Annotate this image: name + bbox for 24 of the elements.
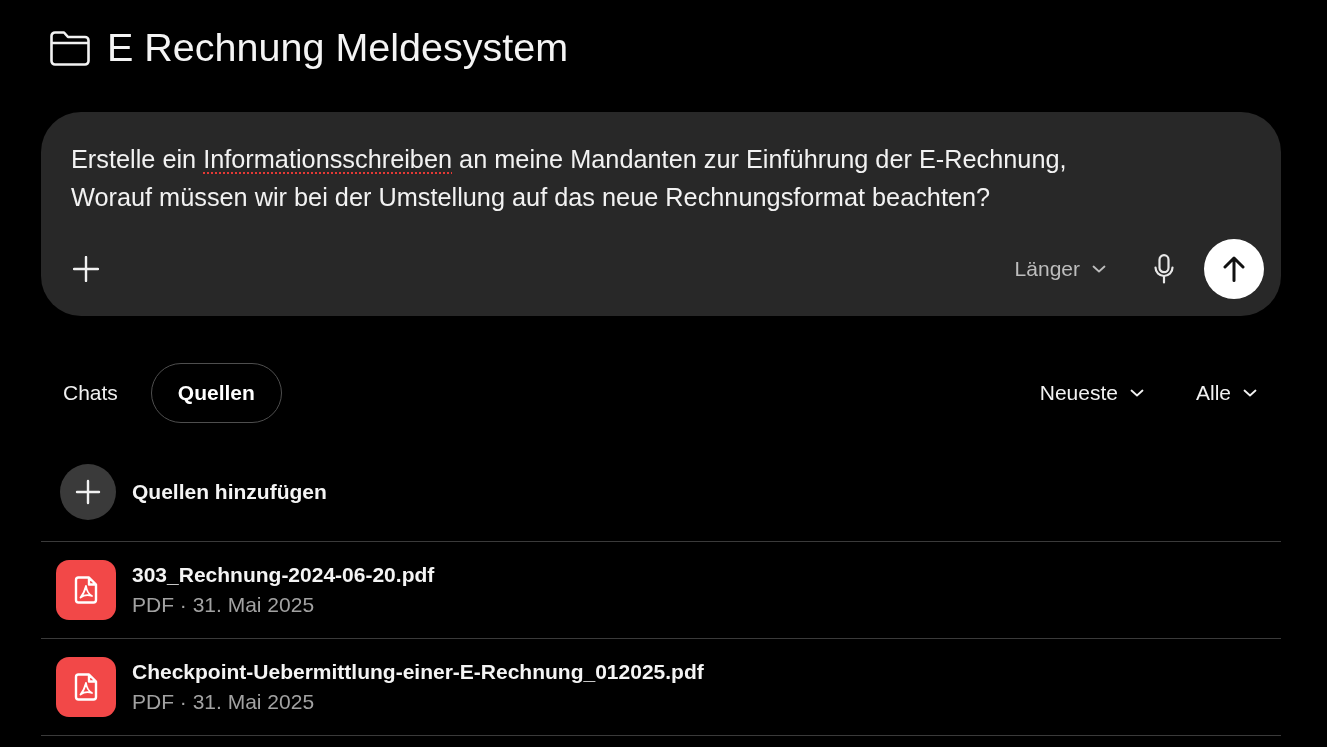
plus-icon xyxy=(73,256,99,282)
filter-dropdown[interactable]: Alle xyxy=(1195,381,1257,405)
send-button[interactable] xyxy=(1204,239,1264,299)
caret-icon xyxy=(1129,389,1144,397)
project-title: E Rechnung Meldesystem xyxy=(107,24,569,72)
arrow-up-icon xyxy=(1223,256,1245,282)
file-meta: PDF · 31. Mai 2025 xyxy=(132,592,315,618)
plus-icon xyxy=(60,464,116,520)
tab[interactable]: Chats xyxy=(62,363,145,423)
length-dropdown[interactable]: Länger xyxy=(1014,257,1106,281)
pdf-file-icon xyxy=(56,560,116,620)
pdf-file-icon xyxy=(56,657,116,717)
add-source-button[interactable]: Quellen hinzufügen xyxy=(60,464,327,520)
microphone-icon xyxy=(1154,254,1174,284)
sort-dropdown[interactable]: Neueste xyxy=(1039,381,1144,405)
microphone-button[interactable] xyxy=(1154,254,1174,284)
folder-icon xyxy=(50,30,90,66)
file-name[interactable]: Checkpoint-Uebermittlung-einer-E-Rechnung_012025.pdf xyxy=(132,657,704,687)
prompt-input[interactable]: Erstelle ein Informationsschreiben an meine Mandanten zur Einführung der E-Rechnung, Worauf müssen wir bei der Umstellung auf das neue Rechnungsformat beachten? xyxy=(71,140,1067,216)
caret-icon xyxy=(1243,389,1257,397)
file-name[interactable]: 303_Rechnung-2024-06-20.pdf xyxy=(132,560,435,590)
attach-button[interactable] xyxy=(73,256,99,282)
file-meta: PDF · 31. Mai 2025 xyxy=(132,689,315,715)
caret-icon xyxy=(1092,265,1106,273)
